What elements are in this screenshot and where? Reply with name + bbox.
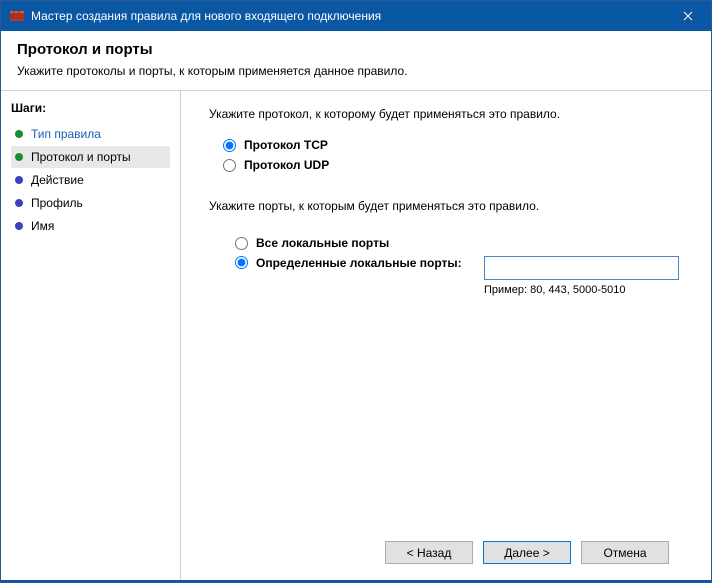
steps-heading: Шаги:	[11, 101, 170, 115]
next-button[interactable]: Далее >	[483, 541, 571, 564]
back-button[interactable]: < Назад	[385, 541, 473, 564]
ports-specific-radio[interactable]	[235, 256, 248, 269]
titlebar: Мастер создания правила для нового входя…	[1, 1, 711, 31]
wizard-footer: < Назад Далее > Отмена	[209, 529, 687, 580]
ports-prompt: Укажите порты, к которым будет применять…	[209, 199, 687, 213]
step-rule-type[interactable]: Тип правила	[11, 123, 170, 145]
protocol-udp-label[interactable]: Протокол UDP	[244, 158, 329, 172]
step-label: Профиль	[31, 196, 83, 210]
window-title: Мастер создания правила для нового входя…	[31, 9, 665, 23]
protocol-tcp-radio[interactable]	[223, 139, 236, 152]
ports-all-label[interactable]: Все локальные порты	[256, 236, 389, 250]
bullet-icon	[15, 176, 23, 184]
firewall-icon	[9, 8, 25, 24]
step-label: Тип правила	[31, 127, 101, 141]
bullet-icon	[15, 153, 23, 161]
bullet-icon	[15, 130, 23, 138]
protocol-udp-row: Протокол UDP	[223, 158, 687, 172]
step-label: Имя	[31, 219, 54, 233]
ports-all-radio[interactable]	[235, 237, 248, 250]
ports-block: Укажите порты, к которым будет применять…	[209, 199, 687, 299]
ports-example: Пример: 80, 443, 5000-5010	[484, 284, 626, 296]
step-label: Действие	[31, 173, 84, 187]
cancel-button[interactable]: Отмена	[581, 541, 669, 564]
wizard-body: Шаги: Тип правила Протокол и порты Дейст…	[1, 91, 711, 580]
bullet-icon	[15, 222, 23, 230]
ports-specific-row: Определенные локальные порты: Пример: 80…	[235, 256, 687, 296]
protocol-udp-radio[interactable]	[223, 159, 236, 172]
protocol-prompt: Укажите протокол, к которому будет приме…	[209, 107, 687, 121]
ports-all-row: Все локальные порты	[235, 236, 687, 250]
step-profile[interactable]: Профиль	[11, 192, 170, 214]
step-protocol-ports[interactable]: Протокол и порты	[11, 146, 170, 168]
bottom-accent	[1, 580, 711, 582]
protocol-tcp-row: Протокол TCP	[223, 138, 687, 152]
page-title: Протокол и порты	[17, 41, 695, 58]
page-subtitle: Укажите протоколы и порты, к которым при…	[17, 64, 695, 78]
ports-options: Все локальные порты Определенные локальн…	[209, 233, 687, 299]
wizard-header: Протокол и порты Укажите протоколы и пор…	[1, 31, 711, 90]
main-panel: Укажите протокол, к которому будет приме…	[181, 91, 711, 580]
spacer	[209, 299, 687, 529]
step-action[interactable]: Действие	[11, 169, 170, 191]
steps-sidebar: Шаги: Тип правила Протокол и порты Дейст…	[1, 91, 181, 580]
protocol-tcp-label[interactable]: Протокол TCP	[244, 138, 328, 152]
close-button[interactable]	[665, 1, 711, 31]
ports-specific-label[interactable]: Определенные локальные порты:	[256, 256, 462, 270]
wizard-window: Мастер создания правила для нового входя…	[0, 0, 712, 583]
step-name[interactable]: Имя	[11, 215, 170, 237]
step-label: Протокол и порты	[31, 150, 131, 164]
bullet-icon	[15, 199, 23, 207]
ports-input[interactable]	[484, 256, 679, 280]
port-input-column: Пример: 80, 443, 5000-5010	[484, 256, 687, 296]
